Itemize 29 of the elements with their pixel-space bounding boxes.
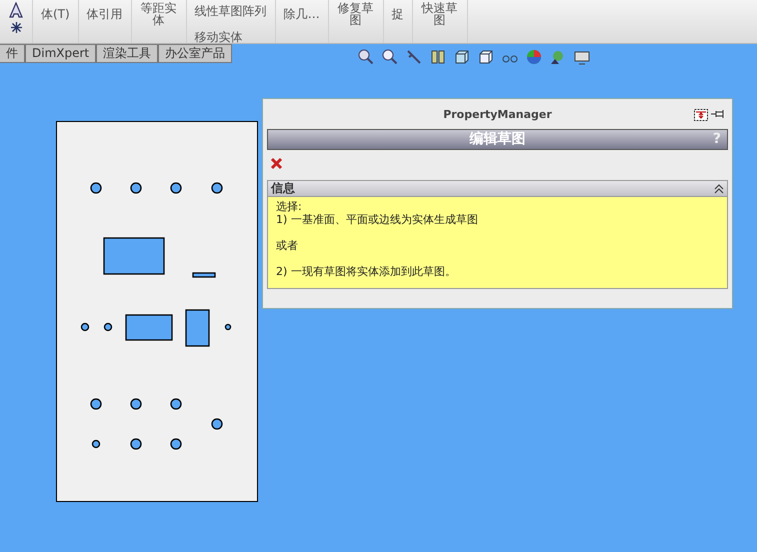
zoom-area-icon[interactable]	[382, 49, 398, 65]
color-ball-icon[interactable]	[526, 49, 542, 65]
pen-icon[interactable]	[406, 49, 422, 65]
scene-icon[interactable]	[550, 49, 566, 65]
info-text: 选择:	[276, 200, 303, 213]
chevron-icon[interactable]	[714, 184, 724, 194]
close-icon[interactable]	[270, 157, 283, 170]
monitor-icon[interactable]	[574, 49, 590, 65]
info-text: 2) 一现有草图将实体添加到此草图。	[276, 265, 457, 278]
info-section-header[interactable]: 信息	[267, 180, 728, 197]
box-icon[interactable]	[478, 49, 494, 65]
header-title: 编辑草图	[470, 130, 526, 149]
tab[interactable]: 渲染工具	[96, 44, 158, 63]
asterisk-icon[interactable]	[10, 22, 22, 33]
collapse-icon[interactable]	[694, 109, 708, 121]
toolbar-button[interactable]: 线性草图阵列	[194, 2, 267, 20]
tab[interactable]: DimXpert	[25, 44, 96, 63]
pin-icon[interactable]	[711, 109, 725, 119]
panel-title: PropertyManager	[443, 108, 552, 121]
tab[interactable]: 件	[0, 44, 25, 63]
cube-icon[interactable]	[454, 49, 470, 65]
section-title: 信息	[271, 181, 295, 196]
section-view-icon[interactable]	[430, 49, 446, 65]
info-text: 或者	[276, 239, 299, 252]
info-text: 1) 一基准面、平面或边线为实体生成草图	[276, 213, 479, 226]
text-icon[interactable]	[8, 2, 24, 18]
tab[interactable]: 办公室产品	[158, 44, 232, 63]
zoom-fit-icon[interactable]	[358, 49, 374, 65]
toolbar-button[interactable]: 移动实体	[194, 28, 267, 43]
